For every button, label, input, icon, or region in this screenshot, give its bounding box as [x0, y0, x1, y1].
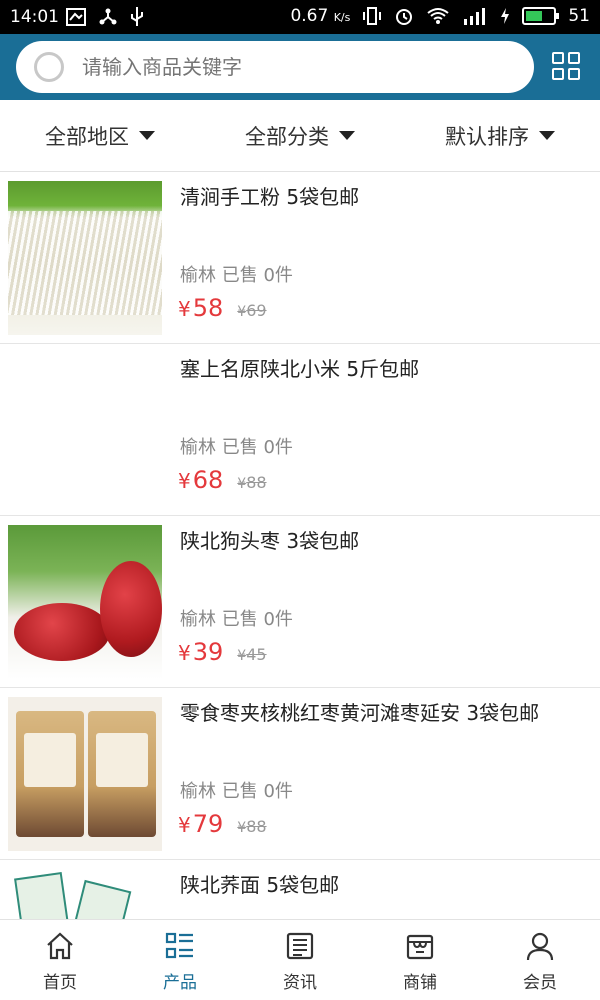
product-image: [8, 697, 162, 851]
product-title: 塞上名原陕北小米 5斤包邮: [180, 357, 420, 381]
jujube: [14, 603, 110, 661]
product-image: [8, 525, 162, 679]
filter-category[interactable]: 全部分类: [200, 100, 400, 171]
alarm-icon: [396, 9, 413, 25]
nav-member[interactable]: 会员: [480, 920, 600, 1000]
nav-member-label: 会员: [523, 973, 557, 993]
grid-icon-cell: [568, 68, 580, 80]
caret-down-icon: [339, 131, 355, 140]
share-icon: [99, 8, 117, 25]
product-title: 陕北荞面 5袋包邮: [180, 873, 340, 897]
product-price: ¥39 ¥45: [178, 638, 267, 666]
current-price: 58: [192, 294, 224, 322]
package: [88, 711, 156, 837]
product-meta: 榆林 已售 0件: [180, 781, 293, 802]
category-grid-button[interactable]: [552, 52, 582, 82]
search-bar[interactable]: [16, 41, 534, 93]
product-title: 陕北狗头枣 3袋包邮: [180, 529, 360, 553]
package: [72, 879, 132, 920]
package: [16, 711, 84, 837]
original-price: 88: [246, 817, 267, 836]
product-price: ¥79 ¥88: [178, 810, 267, 838]
product-item[interactable]: 陕北荞面 5袋包邮: [0, 860, 600, 920]
status-left-icons: [66, 6, 144, 28]
notification-icon: [66, 8, 86, 26]
search-icon: [34, 52, 64, 82]
nav-products-label: 产品: [163, 973, 197, 993]
news-icon: [286, 932, 314, 960]
filter-region-label: 全部地区: [45, 124, 129, 149]
original-price: 88: [246, 473, 267, 492]
charging-icon: [501, 8, 510, 24]
nav-products[interactable]: 产品: [120, 920, 240, 1000]
product-image: [8, 181, 162, 335]
filter-sort[interactable]: 默认排序: [400, 100, 600, 171]
user-icon: [526, 932, 554, 961]
product-meta: 榆林 已售 0件: [180, 609, 293, 630]
usb-icon: [131, 7, 143, 26]
current-price: 39: [192, 638, 224, 666]
package: [14, 871, 70, 920]
grid-icon: [552, 52, 564, 64]
current-price: 68: [192, 466, 224, 494]
caret-down-icon: [139, 131, 155, 140]
filter-sort-label: 默认排序: [445, 124, 529, 149]
nav-news-label: 资讯: [283, 973, 317, 993]
bottom-nav: 首页 产品 资讯 商铺 会员: [0, 919, 600, 1000]
nav-news[interactable]: 资讯: [240, 920, 360, 1000]
current-price: 79: [192, 810, 224, 838]
product-image: [8, 869, 162, 920]
status-bar: 14:01 0.67 K/s 51: [0, 0, 600, 34]
nav-shops-label: 商铺: [403, 973, 437, 993]
original-price: 69: [246, 301, 267, 320]
product-title: 零食枣夹核桃红枣黄河滩枣延安 3袋包邮: [180, 701, 540, 725]
filter-category-label: 全部分类: [245, 124, 329, 149]
original-price: 45: [246, 645, 267, 664]
search-input[interactable]: [82, 55, 502, 79]
caret-down-icon: [539, 131, 555, 140]
status-time: 14:01: [10, 7, 59, 27]
filter-region[interactable]: 全部地区: [0, 100, 200, 171]
product-image: [8, 353, 162, 507]
battery-level: 51: [568, 6, 590, 26]
shop-icon: [406, 934, 434, 960]
list-icon: [165, 932, 193, 959]
wifi-icon: [427, 8, 449, 24]
product-item[interactable]: 陕北狗头枣 3袋包邮 榆林 已售 0件 ¥39 ¥45: [0, 516, 600, 688]
product-item[interactable]: 清涧手工粉 5袋包邮 榆林 已售 0件 ¥58 ¥69: [0, 172, 600, 344]
home-icon: [47, 932, 73, 960]
signal-icon: [464, 8, 486, 25]
grid-icon-cell: [552, 68, 564, 80]
status-right-icons: 0.67 K/s 51: [290, 6, 590, 26]
product-list: 清涧手工粉 5袋包邮 榆林 已售 0件 ¥58 ¥69 塞上名原陕北小米 5斤包…: [0, 172, 600, 920]
nav-home[interactable]: 首页: [0, 920, 120, 1000]
jujube: [100, 561, 162, 657]
product-price: ¥68 ¥88: [178, 466, 267, 494]
vibrate-icon: [363, 7, 382, 25]
net-speed: 0.67 K/s: [290, 6, 351, 26]
product-item[interactable]: 零食枣夹核桃红枣黄河滩枣延安 3袋包邮 榆林 已售 0件 ¥79 ¥88: [0, 688, 600, 860]
product-title: 清涧手工粉 5袋包邮: [180, 185, 360, 209]
product-meta: 榆林 已售 0件: [180, 265, 293, 286]
nav-shops[interactable]: 商铺: [360, 920, 480, 1000]
grid-icon-cell: [568, 52, 580, 64]
app-header: [0, 34, 600, 100]
filter-bar: 全部地区 全部分类 默认排序: [0, 100, 600, 172]
battery-icon: [522, 7, 560, 25]
nav-home-label: 首页: [43, 973, 77, 993]
product-meta: 榆林 已售 0件: [180, 437, 293, 458]
product-item[interactable]: 塞上名原陕北小米 5斤包邮 榆林 已售 0件 ¥68 ¥88: [0, 344, 600, 516]
product-price: ¥58 ¥69: [178, 294, 267, 322]
